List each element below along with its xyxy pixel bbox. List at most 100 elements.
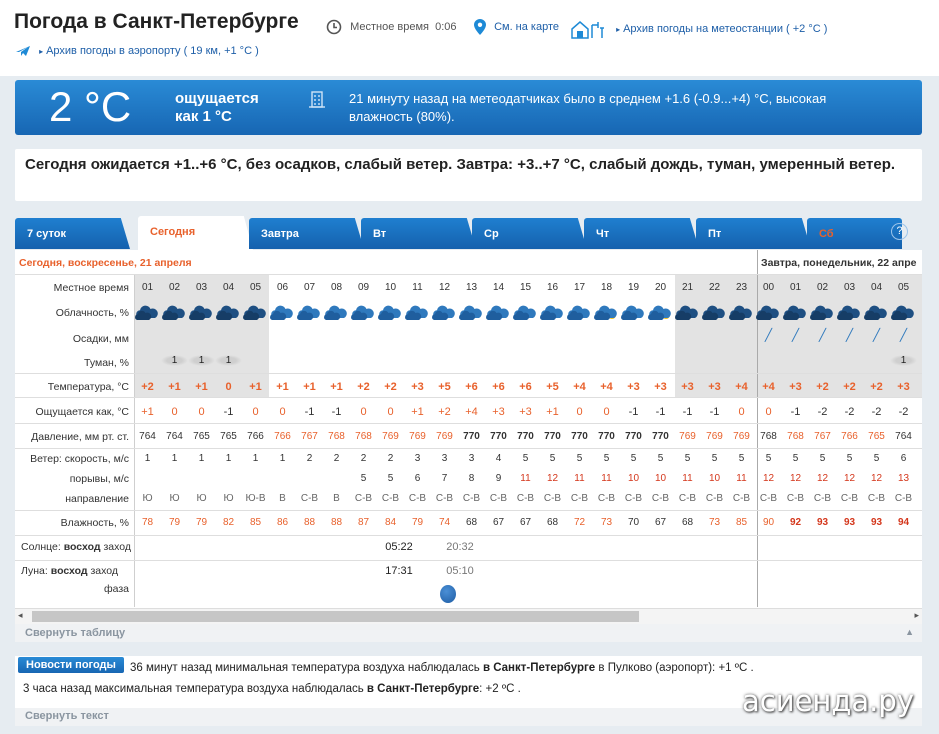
temp-cell: +3 xyxy=(654,381,667,393)
cloud-icon xyxy=(432,305,455,320)
direction-cell: С-В xyxy=(570,493,589,504)
current-temp: 2 °C xyxy=(49,83,132,130)
temp-cell: +4 xyxy=(573,381,586,393)
cloud-icon xyxy=(567,305,590,320)
humidity-cell: 68 xyxy=(465,517,478,528)
wind-cell: 5 xyxy=(576,453,583,464)
humidity-cell: 74 xyxy=(438,517,451,528)
pressure-cell: 769 xyxy=(382,431,399,442)
cloud-icon xyxy=(324,305,347,320)
feels-cell: 0 xyxy=(171,406,178,418)
direction-cell: С-В xyxy=(489,493,508,504)
temp-cell: +2 xyxy=(870,381,883,393)
wind-cell: 5 xyxy=(711,453,718,464)
direction-cell: В xyxy=(333,493,340,504)
humidity-cell: 79 xyxy=(411,517,424,528)
temp-cell: +4 xyxy=(600,381,613,393)
feels-cell: -1 xyxy=(223,406,234,418)
tab-tuesday[interactable]: Вт xyxy=(361,218,476,249)
divider xyxy=(15,397,922,398)
tab-thursday[interactable]: Чт xyxy=(584,218,699,249)
gusts-cell: 8 xyxy=(468,473,475,484)
scroll-right-icon[interactable]: ▸ xyxy=(914,610,919,621)
local-time: Местное время 0:06 xyxy=(326,19,457,35)
gusts-cell: 9 xyxy=(495,473,502,484)
pressure-cell: 768 xyxy=(787,431,804,442)
wind-cell: 5 xyxy=(846,453,853,464)
pressure-cell: 765 xyxy=(193,431,210,442)
row-label-clouds: Облачность, % xyxy=(55,307,129,319)
tab-tomorrow[interactable]: Завтра xyxy=(249,218,364,249)
map-link[interactable]: См. на карте xyxy=(474,19,559,35)
cloud-icon xyxy=(297,305,320,320)
fog-icon: 1 xyxy=(161,355,188,366)
tab-saturday[interactable]: Сб xyxy=(807,218,902,249)
temp-cell: +6 xyxy=(465,381,478,393)
row-label-time: Местное время xyxy=(53,282,129,294)
pressure-cell: 765 xyxy=(868,431,885,442)
temp-cell: +2 xyxy=(141,381,154,393)
pressure-cell: 770 xyxy=(544,431,561,442)
sensor-summary: 21 минуту назад на метеодатчиках было в … xyxy=(349,91,827,124)
temp-cell: +3 xyxy=(789,381,802,393)
temp-cell: +4 xyxy=(735,381,748,393)
row-label-direction: направление xyxy=(65,493,129,505)
tab-friday[interactable]: Пт xyxy=(696,218,811,249)
humidity-cell: 72 xyxy=(573,517,586,528)
pressure-cell: 767 xyxy=(301,431,318,442)
temp-cell: +2 xyxy=(816,381,829,393)
gusts-cell: 5 xyxy=(360,473,367,484)
humidity-cell: 93 xyxy=(870,517,883,528)
divider xyxy=(15,423,922,424)
tab-wednesday[interactable]: Ср xyxy=(472,218,587,249)
fog-icon: 1 xyxy=(188,355,215,366)
fog-icon: 1 xyxy=(890,355,917,366)
table-scrollbar[interactable]: ◂ ▸ xyxy=(15,608,922,624)
date-tomorrow: Завтра, понедельник, 22 апре xyxy=(761,257,917,269)
archive-station-link[interactable]: ▸ Архив погоды на метеостанции ( +2 °C ) xyxy=(570,19,827,39)
tab-7-days[interactable]: 7 суток xyxy=(15,218,130,249)
direction-cell: С-В xyxy=(408,493,427,504)
pressure-cell: 767 xyxy=(814,431,831,442)
scroll-left-icon[interactable]: ◂ xyxy=(18,610,23,621)
cloud-icon xyxy=(135,305,158,320)
wind-cell: 5 xyxy=(657,453,664,464)
collapse-table-link[interactable]: Свернуть таблицу ▲ xyxy=(15,624,922,642)
wind-cell: 5 xyxy=(765,453,772,464)
gusts-cell: 10 xyxy=(654,473,667,484)
scrollbar-thumb[interactable] xyxy=(32,611,639,622)
hours-cell: 06 xyxy=(276,282,289,293)
temp-cell: +2 xyxy=(384,381,397,393)
wind-cell: 5 xyxy=(549,453,556,464)
cloud-icon xyxy=(378,305,401,320)
temp-cell: +1 xyxy=(168,381,181,393)
feels-cell: 0 xyxy=(576,406,583,418)
direction-cell: С-В xyxy=(354,493,373,504)
cloud-icon xyxy=(405,305,428,320)
humidity-cell: 67 xyxy=(654,517,667,528)
gusts-cell: 10 xyxy=(627,473,640,484)
humidity-cell: 68 xyxy=(681,517,694,528)
archive-airport-link[interactable]: ▸ Архив погоды в аэропорту ( 19 км, +1 °C… xyxy=(15,44,259,58)
feels-cell: 0 xyxy=(360,406,367,418)
feels-like: ощущается как 1 °C xyxy=(175,90,259,125)
cloud-icon xyxy=(270,305,293,320)
help-icon[interactable]: ? xyxy=(891,223,908,240)
temp-cell: +1 xyxy=(330,381,343,393)
temp-cell: +3 xyxy=(897,381,910,393)
temp-cell: +3 xyxy=(411,381,424,393)
gusts-cell: 12 xyxy=(789,473,802,484)
gusts-cell: 12 xyxy=(843,473,856,484)
row-label-moon: Луна: восход заход xyxy=(21,565,119,577)
wind-cell: 3 xyxy=(468,453,475,464)
direction-cell: В xyxy=(279,493,286,504)
temp-cell: +3 xyxy=(708,381,721,393)
pressure-cell: 769 xyxy=(409,431,426,442)
tab-today[interactable]: Сегодня xyxy=(138,216,253,250)
partly-cloudy-icon xyxy=(648,305,671,320)
feels-cell: +1 xyxy=(411,406,424,418)
feels-cell: +4 xyxy=(465,406,478,418)
rain-drop-icon: ╱ xyxy=(818,328,827,342)
news-button[interactable]: Новости погоды xyxy=(18,657,124,673)
feels-cell: -2 xyxy=(817,406,828,418)
